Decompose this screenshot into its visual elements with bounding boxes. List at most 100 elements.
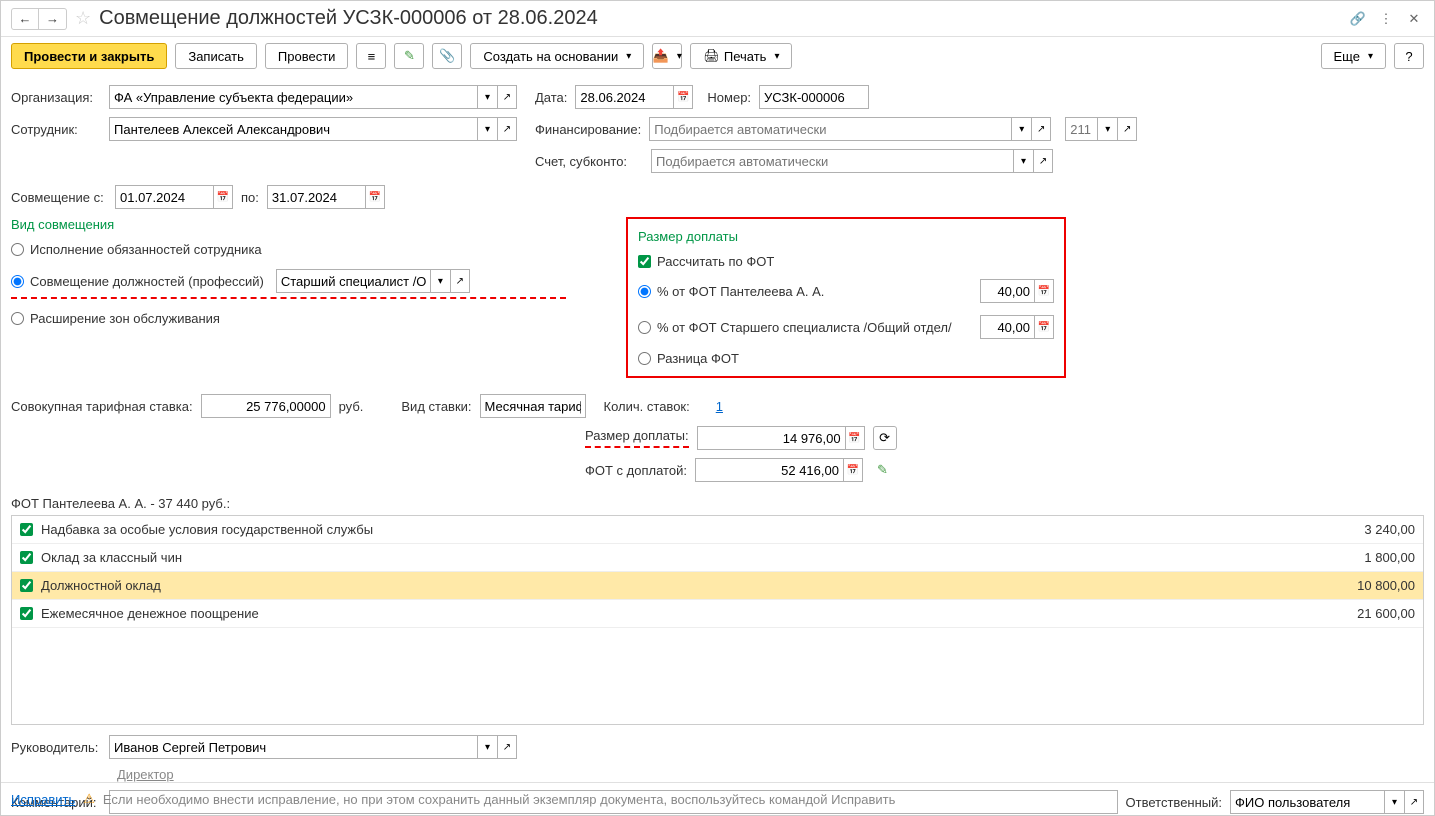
percent-employee-calc-icon[interactable] [1034, 279, 1054, 303]
radio-percent-employee[interactable] [638, 285, 651, 298]
warning-text: Если необходимо внести исправление, но п… [103, 792, 895, 807]
payment-size-label: Размер доплаты: [585, 428, 689, 448]
number-label: Номер: [707, 90, 751, 105]
favorite-star-icon[interactable]: ☆ [75, 8, 91, 29]
post-and-close-button[interactable]: Провести и закрыть [11, 43, 167, 69]
more-button[interactable]: Еще [1321, 43, 1386, 69]
titlebar: ← → ☆ Совмещение должностей УСЗК-000006 … [1, 1, 1434, 37]
financing-code-dropdown-icon[interactable]: ▾ [1097, 117, 1117, 141]
refresh-button[interactable]: ⟳ [873, 426, 897, 450]
toolbar: Провести и закрыть Записать Провести ≡ ✎… [1, 37, 1434, 75]
financing-dropdown-icon[interactable]: ▾ [1011, 117, 1031, 141]
rub-label: руб. [339, 399, 364, 414]
row-checkbox[interactable] [20, 551, 33, 564]
radio-percent-position[interactable] [638, 321, 651, 334]
row-checkbox[interactable] [20, 607, 33, 620]
table-row[interactable]: Должностной оклад10 800,00 [12, 572, 1423, 600]
radio-duties[interactable]: Исполнение обязанностей сотрудника [11, 242, 566, 257]
nav-back-button[interactable]: ← [11, 8, 39, 30]
number-input[interactable] [759, 85, 869, 109]
fot-with-input[interactable] [695, 458, 843, 482]
combine-from-calendar-icon[interactable] [213, 185, 233, 209]
combine-to-calendar-icon[interactable] [365, 185, 385, 209]
edit-icon-button[interactable]: ✎ [394, 43, 424, 69]
combination-type-header: Вид совмещения [11, 217, 566, 232]
link-icon[interactable]: 🔗 [1348, 9, 1368, 29]
org-input[interactable] [109, 85, 477, 109]
total-rate-label: Совокупная тарифная ставка: [11, 399, 193, 414]
percent-employee-input[interactable] [980, 279, 1034, 303]
employee-open-icon[interactable]: ↗ [497, 117, 517, 141]
financing-input[interactable] [649, 117, 1011, 141]
payment-size-header: Размер доплаты [638, 229, 1054, 244]
account-open-icon[interactable]: ↗ [1033, 149, 1053, 173]
financing-code-open-icon[interactable]: ↗ [1117, 117, 1137, 141]
account-input[interactable] [651, 149, 1013, 173]
radio-zones[interactable]: Расширение зон обслуживания [11, 311, 566, 326]
table-row[interactable]: Ежемесячное денежное поощрение 21 600,00 [12, 600, 1423, 628]
combine-to-label: по: [241, 190, 259, 205]
kebab-menu-icon[interactable]: ⋮ [1376, 9, 1396, 29]
total-rate-input[interactable] [201, 394, 331, 418]
manager-label: Руководитель: [11, 740, 101, 755]
financing-open-icon[interactable]: ↗ [1031, 117, 1051, 141]
manager-dropdown-icon[interactable]: ▾ [477, 735, 497, 759]
date-calendar-icon[interactable] [673, 85, 693, 109]
financing-label: Финансирование: [535, 122, 641, 137]
export-icon-button[interactable]: 📤 [652, 43, 682, 69]
write-button[interactable]: Записать [175, 43, 257, 69]
payment-size-calc-icon[interactable] [845, 426, 865, 450]
position-dropdown-icon[interactable]: ▾ [430, 269, 450, 293]
calc-by-fot-checkbox[interactable]: Рассчитать по ФОТ [638, 254, 1054, 269]
manager-position-link[interactable]: Директор [117, 767, 174, 782]
employee-label: Сотрудник: [11, 122, 101, 137]
table-row[interactable]: Надбавка за особые условия государственн… [12, 516, 1423, 544]
post-button[interactable]: Провести [265, 43, 349, 69]
combine-from-label: Совмещение с: [11, 190, 107, 205]
row-value: 21 600,00 [1357, 606, 1415, 621]
financing-code-input[interactable] [1065, 117, 1097, 141]
position-input[interactable] [276, 269, 430, 293]
stakes-link[interactable]: 1 [716, 399, 723, 414]
footer-bar: Исправить ⚠ Если необходимо внести испра… [1, 782, 1434, 815]
combine-from-input[interactable] [115, 185, 213, 209]
fot-with-calc-icon[interactable] [843, 458, 863, 482]
print-button[interactable]: 🖨 Печать [690, 43, 792, 69]
correct-link[interactable]: Исправить [11, 792, 75, 807]
rate-type-input[interactable] [480, 394, 586, 418]
attach-icon-button[interactable]: 📎 [432, 43, 462, 69]
row-value: 1 800,00 [1364, 550, 1415, 565]
row-name: Оклад за классный чин [41, 550, 182, 565]
structure-icon-button[interactable]: ≡ [356, 43, 386, 69]
close-icon[interactable]: ✕ [1404, 9, 1424, 29]
employee-dropdown-icon[interactable]: ▾ [477, 117, 497, 141]
row-checkbox[interactable] [20, 579, 33, 592]
payment-size-input[interactable] [697, 426, 845, 450]
date-input[interactable] [575, 85, 673, 109]
percent-position-calc-icon[interactable] [1034, 315, 1054, 339]
position-open-icon[interactable]: ↗ [450, 269, 470, 293]
rate-type-label: Вид ставки: [401, 399, 471, 414]
manager-open-icon[interactable]: ↗ [497, 735, 517, 759]
warning-icon: ⚠ [83, 791, 95, 807]
radio-positions[interactable] [11, 275, 24, 288]
combine-to-input[interactable] [267, 185, 365, 209]
org-open-icon[interactable]: ↗ [497, 85, 517, 109]
edit-fot-icon[interactable]: ✎ [877, 462, 888, 478]
row-name: Ежемесячное денежное поощрение [41, 606, 259, 621]
table-row[interactable]: Оклад за классный чин 1 800,00 [12, 544, 1423, 572]
row-checkbox[interactable] [20, 523, 33, 536]
create-based-button[interactable]: Создать на основании [470, 43, 644, 69]
org-dropdown-icon[interactable]: ▾ [477, 85, 497, 109]
account-label: Счет, субконто: [535, 154, 627, 169]
payment-size-box: Размер доплаты Рассчитать по ФОТ % от ФО… [626, 217, 1066, 378]
nav-forward-button[interactable]: → [39, 8, 67, 30]
percent-position-input[interactable] [980, 315, 1034, 339]
radio-fot-diff[interactable]: Разница ФОТ [638, 351, 1054, 366]
help-button[interactable]: ? [1394, 43, 1424, 69]
employee-input[interactable] [109, 117, 477, 141]
account-dropdown-icon[interactable]: ▾ [1013, 149, 1033, 173]
manager-input[interactable] [109, 735, 477, 759]
fot-table-header: ФОТ Пантелеева А. А. - 37 440 руб.: [11, 492, 1424, 515]
window-title: Совмещение должностей УСЗК-000006 от 28.… [99, 7, 598, 30]
